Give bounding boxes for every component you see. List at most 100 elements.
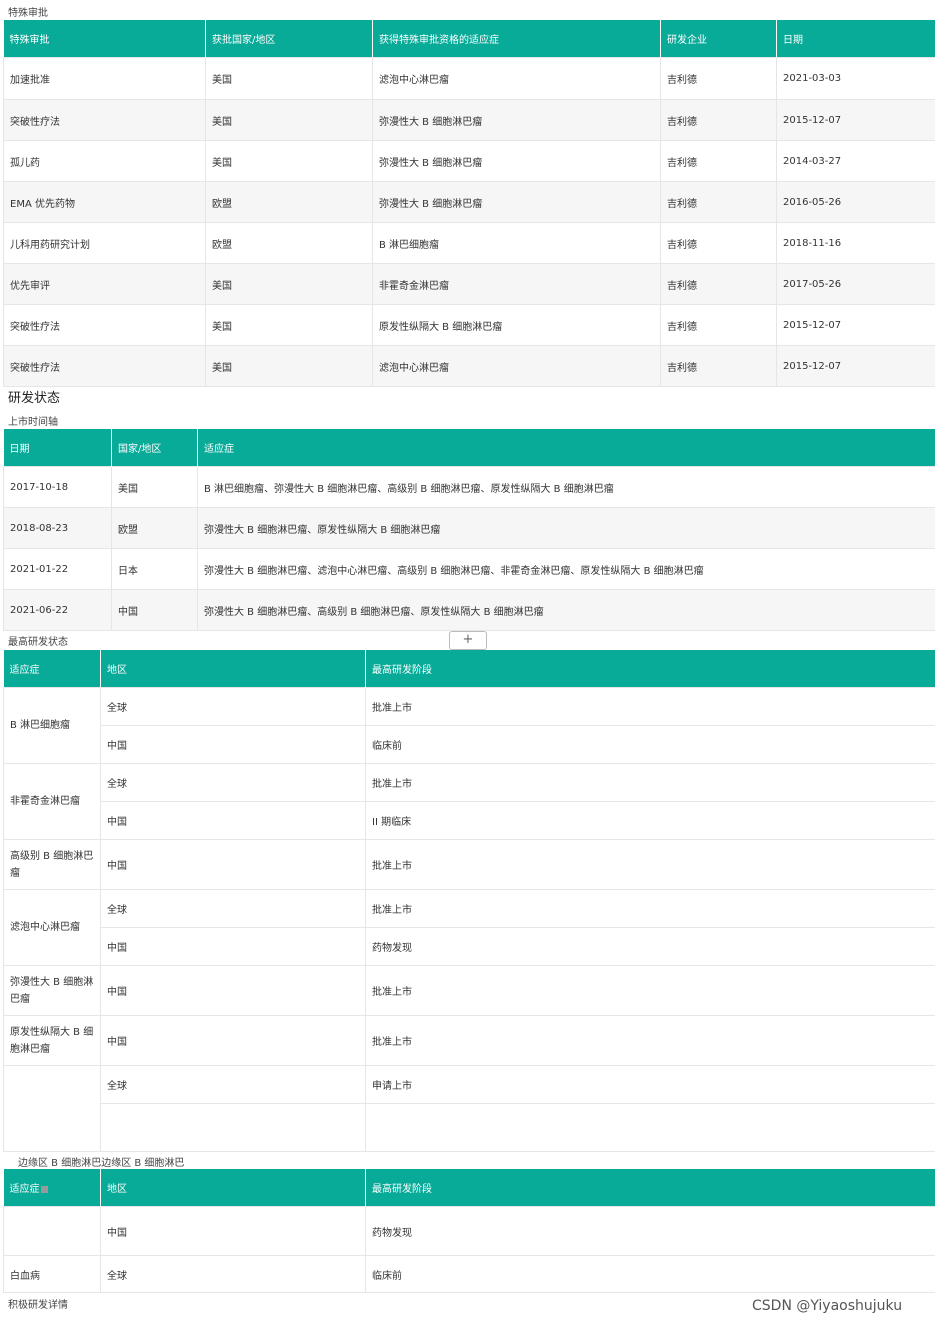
table-cell <box>100 1103 366 1152</box>
table-row: 突破性疗法 美国 滤泡中心淋巴瘤 吉利德 2015-12-07 <box>3 345 935 387</box>
table-cell: 突破性疗法 <box>3 304 206 346</box>
highest-status-table: 适应症 地区 最高研发阶段 B 淋巴细胞瘤 全球 批准上市 中国 临床前 非霍奇金淋巴瘤 全球批… <box>3 650 935 1152</box>
table-row <box>4 1103 935 1152</box>
table-cell: 批准上市 <box>365 889 935 928</box>
table-cell: II 期临床 <box>365 801 935 840</box>
column-header: 最高研发阶段 <box>365 1169 935 1207</box>
table-cell: 2021-06-22 <box>3 589 112 631</box>
table-cell: 滤泡中心淋巴瘤 <box>372 57 661 100</box>
table-row: 2021-06-22 中国 弥漫性大 B 细胞淋巴瘤、高级别 B 细胞淋巴瘤、原发性… <box>3 589 935 631</box>
footer-label: 积极研发详情 <box>8 1300 68 1311</box>
table-cell: B 淋巴细胞瘤 <box>372 222 661 264</box>
column-header: 适应症 <box>3 650 101 688</box>
table-row: 白血病 全球 临床前 <box>3 1255 935 1293</box>
table-row: 孤儿药 美国 弥漫性大 B 细胞淋巴瘤 吉利德 2014-03-27 <box>3 140 935 182</box>
table-cell: 美国 <box>205 345 373 387</box>
table-cell: 2017-10-18 <box>3 466 112 508</box>
table-cell: 日本 <box>111 548 198 590</box>
table-cell: 弥漫性大 B 细胞淋巴瘤 <box>372 99 661 141</box>
column-header: 获批国家/地区 <box>205 20 373 58</box>
indication-cell <box>3 1065 101 1152</box>
table-cell: 欧盟 <box>205 222 373 264</box>
table-cell: 中国 <box>100 725 366 764</box>
table-cell: 批准上市 <box>365 687 935 726</box>
table-row: 原发性纵隔大 B 细胞淋巴瘤 中国 批准上市 <box>3 1015 935 1066</box>
table-cell: 2021-01-22 <box>3 548 112 590</box>
table-cell <box>365 1103 935 1152</box>
table-row: 弥漫性大 B 细胞淋巴瘤 中国 批准上市 <box>3 965 935 1016</box>
table-cell: 2016-05-26 <box>776 181 935 223</box>
table-cell: 原发性纵隔大 B 细胞淋巴瘤 <box>372 304 661 346</box>
column-header: 适应症 <box>3 1169 101 1207</box>
status-title: 研发状态 <box>8 391 61 406</box>
table-cell: 美国 <box>205 140 373 182</box>
special-approval-table: 特殊审批 获批国家/地区 获得特殊审批资格的适应症 研发企业 日期 加速批准 美国 滤泡中心… <box>3 20 935 387</box>
table-cell: 临床前 <box>365 725 935 764</box>
table-cell: 弥漫性大 B 细胞淋巴瘤 <box>372 181 661 223</box>
table-row: 非霍奇金淋巴瘤 全球 批准上市 <box>3 763 935 840</box>
table-row: 2018-08-23 欧盟 弥漫性大 B 细胞淋巴瘤、原发性纵隔大 B 细胞淋巴瘤 <box>3 507 935 549</box>
table-cell: 弥漫性大 B 细胞淋巴瘤、高级别 B 细胞淋巴瘤、原发性纵隔大 B 细胞淋巴瘤 <box>197 589 935 631</box>
column-header: 地区 <box>100 650 366 688</box>
table-cell: 优先审评 <box>3 263 206 305</box>
table-cell: 2018-11-16 <box>776 222 935 264</box>
indication-cell: 弥漫性大 B 细胞淋巴瘤 <box>3 965 101 1016</box>
table-row: 中国 临床前 <box>4 725 935 764</box>
table-row: 中国 药物发现 <box>4 927 935 966</box>
table-cell: 孤儿药 <box>3 140 206 182</box>
table-cell: 中国 <box>100 839 366 890</box>
table-cell: 全球 <box>100 1255 366 1293</box>
table-row: 2021-01-22 日本 弥漫性大 B 细胞淋巴瘤、滤泡中心淋巴瘤、高级别 B 细… <box>3 548 935 590</box>
table-cell: 欧盟 <box>205 181 373 223</box>
table-cell: 突破性疗法 <box>3 345 206 387</box>
table-row: 加速批准 美国 滤泡中心淋巴瘤 吉利德 2021-03-03 <box>3 57 935 100</box>
table-cell: 美国 <box>205 57 373 100</box>
column-header: 日期 <box>776 20 935 58</box>
timeline-label: 上市时间轴 <box>8 417 58 428</box>
indication-cell: 非霍奇金淋巴瘤 <box>3 763 101 840</box>
table-cell: 美国 <box>111 466 198 508</box>
drag-handle-icon[interactable] <box>40 1185 48 1193</box>
indication-cell: B 淋巴细胞瘤 <box>3 687 101 764</box>
table-row: 高级别 B 细胞淋巴瘤 中国 批准上市 <box>3 839 935 890</box>
table-cell: 全球 <box>100 889 366 928</box>
table-cell <box>3 1206 101 1256</box>
table-row: 中国 药物发现 <box>3 1206 935 1256</box>
table-cell: 加速批准 <box>3 57 206 100</box>
add-button[interactable]: + <box>449 631 487 650</box>
table-cell: 申请上市 <box>365 1065 935 1104</box>
column-header: 国家/地区 <box>111 429 198 467</box>
table-cell: 2015-12-07 <box>776 304 935 346</box>
highest-status-table-2: 适应症 地区 最高研发阶段 中国 药物发现 白血病 全球 临床前 <box>3 1169 935 1293</box>
watermark: CSDN @Yiyaoshujuku <box>752 1298 903 1314</box>
table-cell: 弥漫性大 B 细胞淋巴瘤、原发性纵隔大 B 细胞淋巴瘤 <box>197 507 935 549</box>
table-cell: 吉利德 <box>660 345 777 387</box>
table-row: 优先审评 美国 非霍奇金淋巴瘤 吉利德 2017-05-26 <box>3 263 935 305</box>
table-cell: 全球 <box>100 763 366 802</box>
table-cell: 儿科用药研究计划 <box>3 222 206 264</box>
table-cell: 中国 <box>100 1015 366 1066</box>
column-header: 获得特殊审批资格的适应症 <box>372 20 661 58</box>
table-cell: 中国 <box>100 965 366 1016</box>
table-cell: 美国 <box>205 304 373 346</box>
table-cell: EMA 优先药物 <box>3 181 206 223</box>
highest-label: 最高研发状态 <box>8 637 68 648</box>
table-cell: 中国 <box>100 1206 366 1256</box>
column-header: 适应症 <box>197 429 935 467</box>
table-cell: 中国 <box>100 927 366 966</box>
table-cell: 弥漫性大 B 细胞淋巴瘤、滤泡中心淋巴瘤、高级别 B 细胞淋巴瘤、非霍奇金淋巴瘤… <box>197 548 935 590</box>
table-cell: 吉利德 <box>660 222 777 264</box>
table-cell: 白血病 <box>3 1255 101 1293</box>
table-row: 突破性疗法 美国 弥漫性大 B 细胞淋巴瘤 吉利德 2015-12-07 <box>3 99 935 141</box>
table-cell: 突破性疗法 <box>3 99 206 141</box>
column-header: 日期 <box>3 429 112 467</box>
table-cell: 吉利德 <box>660 57 777 100</box>
column-header: 最高研发阶段 <box>365 650 935 688</box>
table-cell: 全球 <box>100 687 366 726</box>
section-label-special: 特殊审批 <box>8 8 48 19</box>
table-cell: 滤泡中心淋巴瘤 <box>372 345 661 387</box>
table-cell: 弥漫性大 B 细胞淋巴瘤 <box>372 140 661 182</box>
table-row: EMA 优先药物 欧盟 弥漫性大 B 细胞淋巴瘤 吉利德 2016-05-26 <box>3 181 935 223</box>
orphan-text: 边缘区 B 细胞淋巴边缘区 B 细胞淋巴 <box>18 1158 185 1169</box>
table-cell: 2015-12-07 <box>776 345 935 387</box>
